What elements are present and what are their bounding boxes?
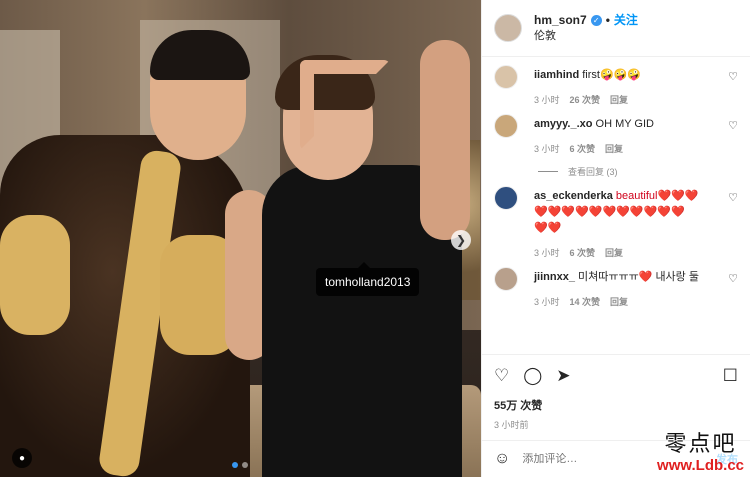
reply-button[interactable]: 回复	[605, 142, 623, 155]
comment-time: 3 小时	[534, 248, 560, 258]
comment-username[interactable]: iiamhind	[534, 69, 579, 81]
avatar[interactable]	[494, 114, 518, 138]
emoji-icon[interactable]: ☺	[494, 450, 510, 468]
heart-icon[interactable]: ♡	[728, 119, 738, 132]
follow-button[interactable]: 关注	[614, 12, 638, 28]
post-header: hm_son7 ✓ • 关注 伦敦	[482, 0, 750, 57]
comment-username[interactable]: as_eckenderka	[534, 190, 613, 202]
avatar[interactable]	[494, 65, 518, 89]
carousel-dot	[232, 462, 238, 468]
comment-text: OH MY GID	[595, 118, 654, 130]
avatar[interactable]	[494, 267, 518, 291]
share-paper-plane-icon[interactable]: ➤	[556, 366, 570, 386]
carousel-indicator	[232, 462, 248, 468]
comment-likes[interactable]: 6 次赞	[570, 142, 596, 155]
heart-icon[interactable]: ♡	[728, 70, 738, 83]
comment-time: 3 小时	[534, 95, 560, 105]
post-time[interactable]: 3 小时前	[494, 418, 738, 431]
person-icon: ●	[18, 452, 26, 464]
comment-username[interactable]: jiinnxx_	[534, 271, 575, 283]
comments-list[interactable]: iiamhind first🤪🤪🤪 3 小时 26 次赞 回复 ♡ amyyy._…	[482, 57, 750, 347]
comment-likes[interactable]: 6 次赞	[570, 246, 596, 259]
separator: •	[605, 13, 610, 27]
finger-frame-gesture	[300, 60, 390, 150]
heart-icon[interactable]: ♡	[728, 191, 738, 204]
next-photo-button[interactable]: ❯	[451, 230, 471, 250]
reply-button[interactable]: 回复	[605, 246, 623, 259]
post-photo[interactable]: tomholland2013 ❯ ●	[0, 0, 481, 477]
watermark-title: 零点吧	[664, 432, 737, 458]
comment-text: 미쳐따ㅠㅠㅠ❤️ 내사랑 둘	[577, 271, 699, 283]
post-viewer: tomholland2013 ❯ ● hm_son7 ✓ • 关注 伦敦 iia…	[0, 0, 750, 477]
comment-item: as_eckenderka beautiful❤️❤️❤️ ❤️❤️❤️❤️❤️❤…	[482, 178, 750, 259]
person-right-raised-arm	[420, 40, 470, 240]
comment-username[interactable]: amyyy._.xo	[534, 118, 593, 130]
comment-item: jiinnxx_ 미쳐따ㅠㅠㅠ❤️ 내사랑 둘 3 小时 14 次赞 回复 ♡	[482, 259, 750, 308]
comment-time: 3 小时	[534, 144, 560, 154]
verified-badge-icon: ✓	[590, 14, 602, 26]
watermark-url: www.Ldb.cc	[657, 456, 744, 474]
comment-item: iiamhind first🤪🤪🤪 3 小时 26 次赞 回复 ♡	[482, 57, 750, 106]
tagged-users-button[interactable]: ●	[12, 448, 32, 468]
user-tag[interactable]: tomholland2013	[316, 262, 420, 296]
chevron-right-icon: ❯	[455, 233, 467, 247]
avatar[interactable]	[494, 186, 518, 210]
comment-bubble-icon[interactable]: ◯	[523, 366, 542, 386]
carousel-dot	[242, 462, 248, 468]
bookmark-icon[interactable]: ☐	[723, 366, 738, 386]
view-replies-label[interactable]: 查看回复 (3)	[568, 165, 618, 178]
site-watermark: 零点吧 www.Ldb.cc	[657, 433, 744, 474]
reply-button[interactable]: 回复	[610, 93, 628, 106]
location[interactable]: 伦敦	[534, 28, 638, 44]
comment-time: 3 小时	[534, 297, 560, 307]
view-replies-link[interactable]: 查看回复 (3)	[538, 165, 750, 178]
comment-item: amyyy._.xo OH MY GID 3 小时 6 次赞 回复 ♡	[482, 106, 750, 155]
avatar[interactable]	[494, 14, 522, 42]
comment-text: first🤪🤪🤪	[582, 69, 642, 81]
like-count[interactable]: 55万 次赞	[494, 397, 738, 413]
post-actions: ♡ ◯ ➤ ☐ 55万 次赞 3 小时前	[482, 354, 750, 431]
username[interactable]: hm_son7	[534, 12, 587, 28]
comment-likes[interactable]: 14 次赞	[570, 295, 601, 308]
reply-button[interactable]: 回复	[610, 295, 628, 308]
comment-likes[interactable]: 26 次赞	[570, 93, 601, 106]
post-side-panel: hm_son7 ✓ • 关注 伦敦 iiamhind first🤪🤪🤪 3 小时 …	[481, 0, 750, 477]
person-left-fur-cuff	[0, 215, 70, 335]
divider	[538, 171, 558, 172]
like-heart-icon[interactable]: ♡	[494, 366, 509, 386]
heart-icon[interactable]: ♡	[728, 272, 738, 285]
